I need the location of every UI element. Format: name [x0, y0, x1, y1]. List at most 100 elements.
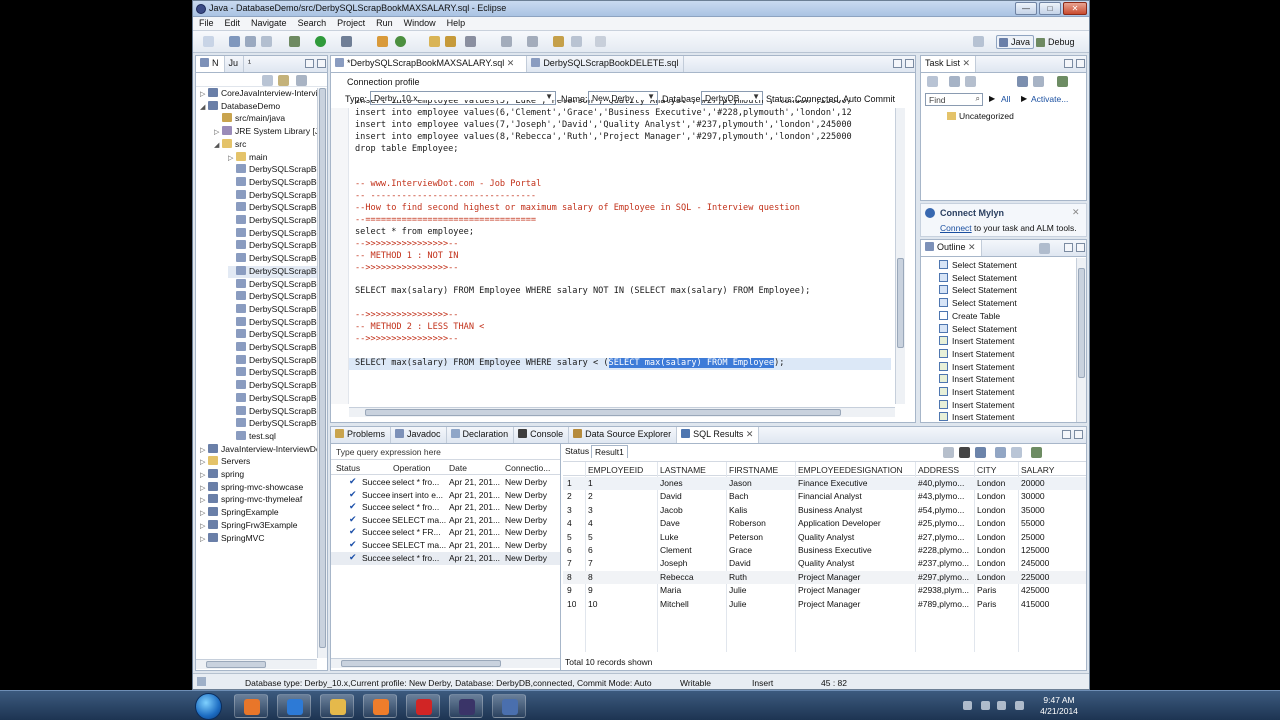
minimize-view-icon[interactable]: [305, 59, 314, 68]
start-button[interactable]: [195, 693, 222, 720]
flag-icon[interactable]: [997, 701, 1006, 710]
media-player-taskbar-button[interactable]: [363, 694, 397, 718]
view-menu-icon[interactable]: [296, 75, 307, 86]
collapsed-twisty-icon[interactable]: ▷: [200, 446, 208, 454]
outline-item[interactable]: Insert Statement: [939, 348, 1014, 361]
minimize-view-icon[interactable]: [1062, 430, 1071, 439]
query-filter-input[interactable]: Type query expression here: [331, 444, 560, 460]
tree-item[interactable]: ▷ main: [228, 151, 267, 164]
tree-item[interactable]: ◢ DatabaseDemo: [200, 100, 280, 113]
tab-delete-sql[interactable]: DerbySQLScrapBookDELETE.sql: [527, 56, 685, 72]
tree-item[interactable]: DerbySQLScrapBoo: [228, 253, 322, 265]
view-menu-icon[interactable]: [1057, 76, 1068, 87]
tab-result1[interactable]: Result1: [591, 445, 628, 458]
perspective-debug[interactable]: Debug: [1033, 35, 1079, 49]
tree-item[interactable]: ◢ src: [214, 138, 246, 151]
collapsed-twisty-icon[interactable]: ▷: [214, 128, 222, 136]
tab-status[interactable]: Status: [565, 446, 589, 456]
menu-file[interactable]: File: [193, 17, 219, 28]
tree-item[interactable]: DerbySQLScrapBoo: [228, 215, 322, 227]
tab-console[interactable]: Console: [514, 427, 570, 443]
eclipse-taskbar-button[interactable]: [449, 694, 483, 718]
collapsed-twisty-icon[interactable]: ▷: [200, 458, 208, 466]
tab-hierarchy[interactable]: ¹: [244, 56, 256, 72]
forward-icon[interactable]: [595, 36, 606, 47]
tree-item[interactable]: ▷ CoreJavaInterview-Interview: [200, 88, 322, 100]
last-edit-icon[interactable]: [553, 36, 564, 47]
system-clock[interactable]: 9:47 AM 4/21/2014: [1034, 695, 1084, 717]
tree-item[interactable]: DerbySQLScrapBoo: [228, 291, 322, 303]
task-find-input[interactable]: Find ⌕: [925, 93, 983, 106]
tree-item[interactable]: ▷ spring: [200, 469, 244, 481]
history-row[interactable]: ✔ Succee select * fro... Apr 21, 201... New …: [331, 476, 560, 489]
collapsed-twisty-icon[interactable]: ▷: [200, 496, 208, 504]
save-all-icon[interactable]: [245, 36, 256, 47]
outline-scroll-thumb[interactable]: [1078, 268, 1085, 378]
open-type-icon[interactable]: [429, 36, 440, 47]
close-tab-icon[interactable]: ✕: [963, 58, 971, 68]
menu-edit[interactable]: Edit: [219, 17, 246, 28]
result-row[interactable]: 8 8 Rebecca Ruth Project Manager #297,plymo..…: [563, 570, 1086, 584]
tab-problems[interactable]: Problems: [331, 427, 392, 443]
link-with-editor-icon[interactable]: [278, 75, 289, 86]
editor-scroll-thumb[interactable]: [897, 258, 904, 348]
outline-item[interactable]: Insert Statement: [939, 374, 1014, 386]
minimize-editor-icon[interactable]: [893, 59, 902, 68]
tree-item[interactable]: ▷ JRE System Library [Java: [214, 126, 322, 138]
outline-item[interactable]: Select Statement: [939, 260, 1017, 272]
tree-item[interactable]: DerbySQLScrapBoo: [228, 380, 322, 392]
results-col-lastname[interactable]: LASTNAME: [660, 465, 706, 475]
outline-item[interactable]: Select Statement: [939, 323, 1017, 336]
result-row[interactable]: 4 4 Dave Roberson Application Developer #25,p…: [563, 517, 1086, 530]
explorer-horizontal-scrollbar[interactable]: [196, 659, 317, 669]
menu-search[interactable]: Search: [292, 17, 332, 28]
results-col-salary[interactable]: SALARY: [1021, 465, 1054, 475]
collapse-all-icon[interactable]: [262, 75, 273, 86]
tree-item[interactable]: ▷ Servers: [200, 456, 250, 468]
open-task-icon[interactable]: [445, 36, 456, 47]
network-icon[interactable]: [963, 701, 972, 710]
outline-item[interactable]: Insert Statement: [939, 336, 1014, 348]
categorize-icon[interactable]: [949, 76, 960, 87]
maximize-view-icon[interactable]: [1074, 430, 1083, 439]
outline-item[interactable]: Insert Statement: [939, 399, 1014, 412]
history-row[interactable]: ✔ Succee select * fro... Apr 21, 201... New …: [331, 551, 560, 565]
tree-item[interactable]: src/main/java: [214, 113, 285, 125]
power-icon[interactable]: [1015, 701, 1024, 710]
tree-item[interactable]: DerbySQLScrapBoo: [228, 202, 322, 214]
tree-item[interactable]: DerbySQLScrapBoo: [228, 278, 322, 291]
history-row[interactable]: ✔ Succee insert into e... Apr 21, 201... New…: [331, 489, 560, 502]
synchronize-icon[interactable]: [1033, 76, 1044, 87]
internet-explorer-taskbar-button[interactable]: [277, 694, 311, 718]
history-row[interactable]: ✔ Succee select * FR... Apr 21, 201... New D…: [331, 526, 560, 539]
tab-javadoc[interactable]: Javadoc: [391, 427, 447, 443]
tab-declaration[interactable]: Declaration: [447, 427, 515, 443]
tree-item[interactable]: ▷ SpringFrw3Example: [200, 519, 298, 532]
history-col-status[interactable]: Status: [336, 463, 360, 473]
minimize-view-icon[interactable]: [1064, 59, 1073, 68]
editor-horizontal-scrollbar[interactable]: [349, 407, 895, 417]
outline-item[interactable]: Select Statement: [939, 298, 1017, 310]
results-col-city[interactable]: CITY: [977, 465, 996, 475]
back-icon[interactable]: [571, 36, 582, 47]
history-row[interactable]: ✔ Succee SELECT ma... Apr 21, 201... New Der…: [331, 539, 560, 552]
explorer-hscroll-thumb[interactable]: [206, 661, 266, 668]
new-java-project-icon[interactable]: [377, 36, 388, 47]
tree-item[interactable]: DerbySQLScrapBoo: [228, 329, 322, 341]
expanded-twisty-icon[interactable]: ◢: [200, 103, 208, 111]
maximize-view-icon[interactable]: [1076, 243, 1085, 252]
result-row[interactable]: 6 6 Clement Grace Business Executive #228,ply…: [563, 544, 1086, 557]
maximize-view-icon[interactable]: [1076, 59, 1085, 68]
tree-item[interactable]: DerbySQLScrapBoo: [228, 227, 322, 240]
menu-run[interactable]: Run: [370, 17, 398, 28]
tab-outline[interactable]: Outline ✕: [921, 240, 982, 256]
tab-package-explorer[interactable]: N: [196, 56, 225, 72]
result-row[interactable]: 10 10 Mitchell Julie Project Manager #789,ply…: [563, 598, 1086, 611]
tree-item[interactable]: DerbySQLScrapBoo: [228, 367, 322, 379]
tree-item[interactable]: ▷ SpringMVC: [200, 532, 264, 545]
tree-item[interactable]: ▷ SpringExample: [200, 507, 279, 519]
new-package-icon[interactable]: [395, 36, 406, 47]
explorer-scroll-thumb[interactable]: [319, 88, 326, 648]
tree-item[interactable]: DerbySQLScrapBoo: [228, 265, 322, 278]
outline-item[interactable]: Create Table: [939, 310, 1000, 323]
